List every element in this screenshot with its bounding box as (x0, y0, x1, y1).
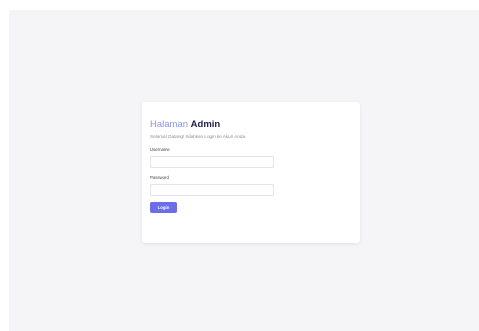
login-button[interactable]: Login (150, 202, 177, 213)
username-label: Username (150, 147, 170, 152)
username-input[interactable] (150, 156, 274, 168)
title-bold: Admin (190, 119, 221, 130)
title-light: Halaman (150, 119, 189, 130)
page-title: Halaman Admin (150, 119, 352, 131)
login-card: Halaman Admin Selamat Datang! Silahkan L… (142, 102, 360, 243)
page-background: Halaman Admin Selamat Datang! Silahkan L… (9, 10, 479, 331)
password-label: Password (150, 175, 169, 180)
password-input[interactable] (150, 184, 274, 196)
welcome-text: Selamat Datang! Silahkan Login ke Akun A… (150, 134, 247, 139)
